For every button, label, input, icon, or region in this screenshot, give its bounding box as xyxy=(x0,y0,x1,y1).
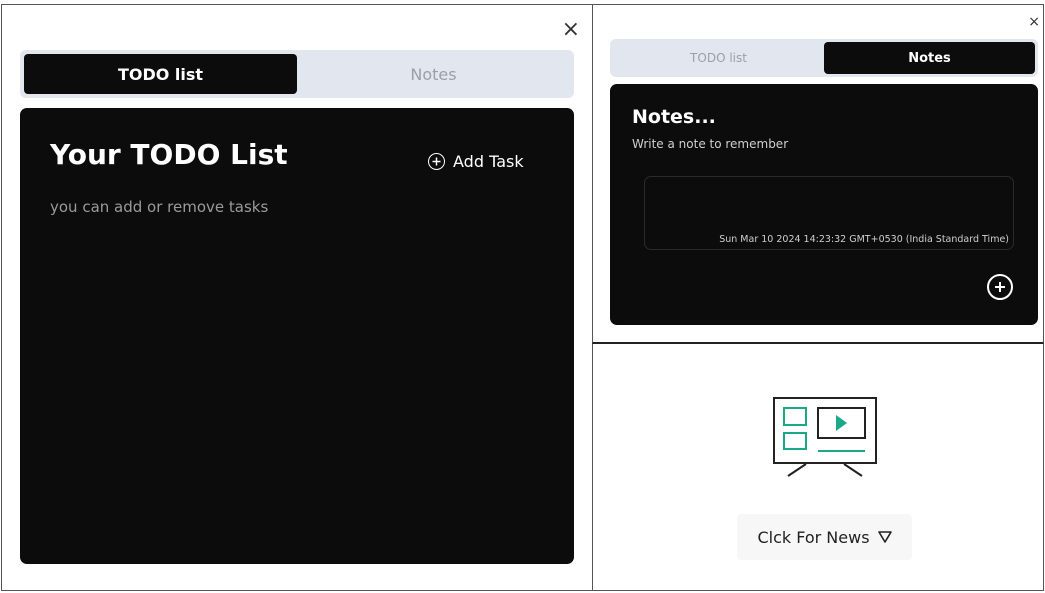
triangle-down-icon xyxy=(877,528,892,547)
plus-circle-icon xyxy=(428,153,445,170)
news-button-label: Clck For News xyxy=(757,527,870,547)
news-button[interactable]: Clck For News xyxy=(737,514,912,560)
close-icon[interactable]: × xyxy=(562,19,580,41)
notes-window: × TODO list Notes Notes... Write a note … xyxy=(592,4,1044,344)
note-timestamp: Sun Mar 10 2024 14:23:32 GMT+0530 (India… xyxy=(719,234,1009,245)
todo-window: × TODO list Notes Your TODO List you can… xyxy=(1,4,593,591)
add-task-button[interactable]: Add Task xyxy=(428,152,524,171)
tab-notes[interactable]: Notes xyxy=(297,54,570,94)
tv-media-icon xyxy=(772,396,878,482)
notes-panel: Notes... Write a note to remember Sun Ma… xyxy=(610,84,1038,325)
plus-circle-icon xyxy=(987,274,1013,300)
add-note-button[interactable] xyxy=(987,274,1013,300)
notes-subtitle: Write a note to remember xyxy=(632,137,789,151)
page-title: Notes... xyxy=(632,106,716,128)
tab-bar: TODO list Notes xyxy=(20,50,574,98)
tab-todo-list[interactable]: TODO list xyxy=(613,42,824,74)
add-task-label: Add Task xyxy=(453,152,524,171)
todo-subtitle: you can add or remove tasks xyxy=(50,198,269,216)
close-icon[interactable]: × xyxy=(1028,15,1040,29)
tab-bar: TODO list Notes xyxy=(610,39,1038,77)
todo-panel: Your TODO List you can add or remove tas… xyxy=(20,108,574,564)
news-window: Clck For News xyxy=(592,344,1044,591)
tab-todo-list[interactable]: TODO list xyxy=(24,54,297,94)
tab-notes[interactable]: Notes xyxy=(824,42,1035,74)
note-card[interactable]: Sun Mar 10 2024 14:23:32 GMT+0530 (India… xyxy=(644,176,1014,250)
page-title: Your TODO List xyxy=(50,138,288,171)
